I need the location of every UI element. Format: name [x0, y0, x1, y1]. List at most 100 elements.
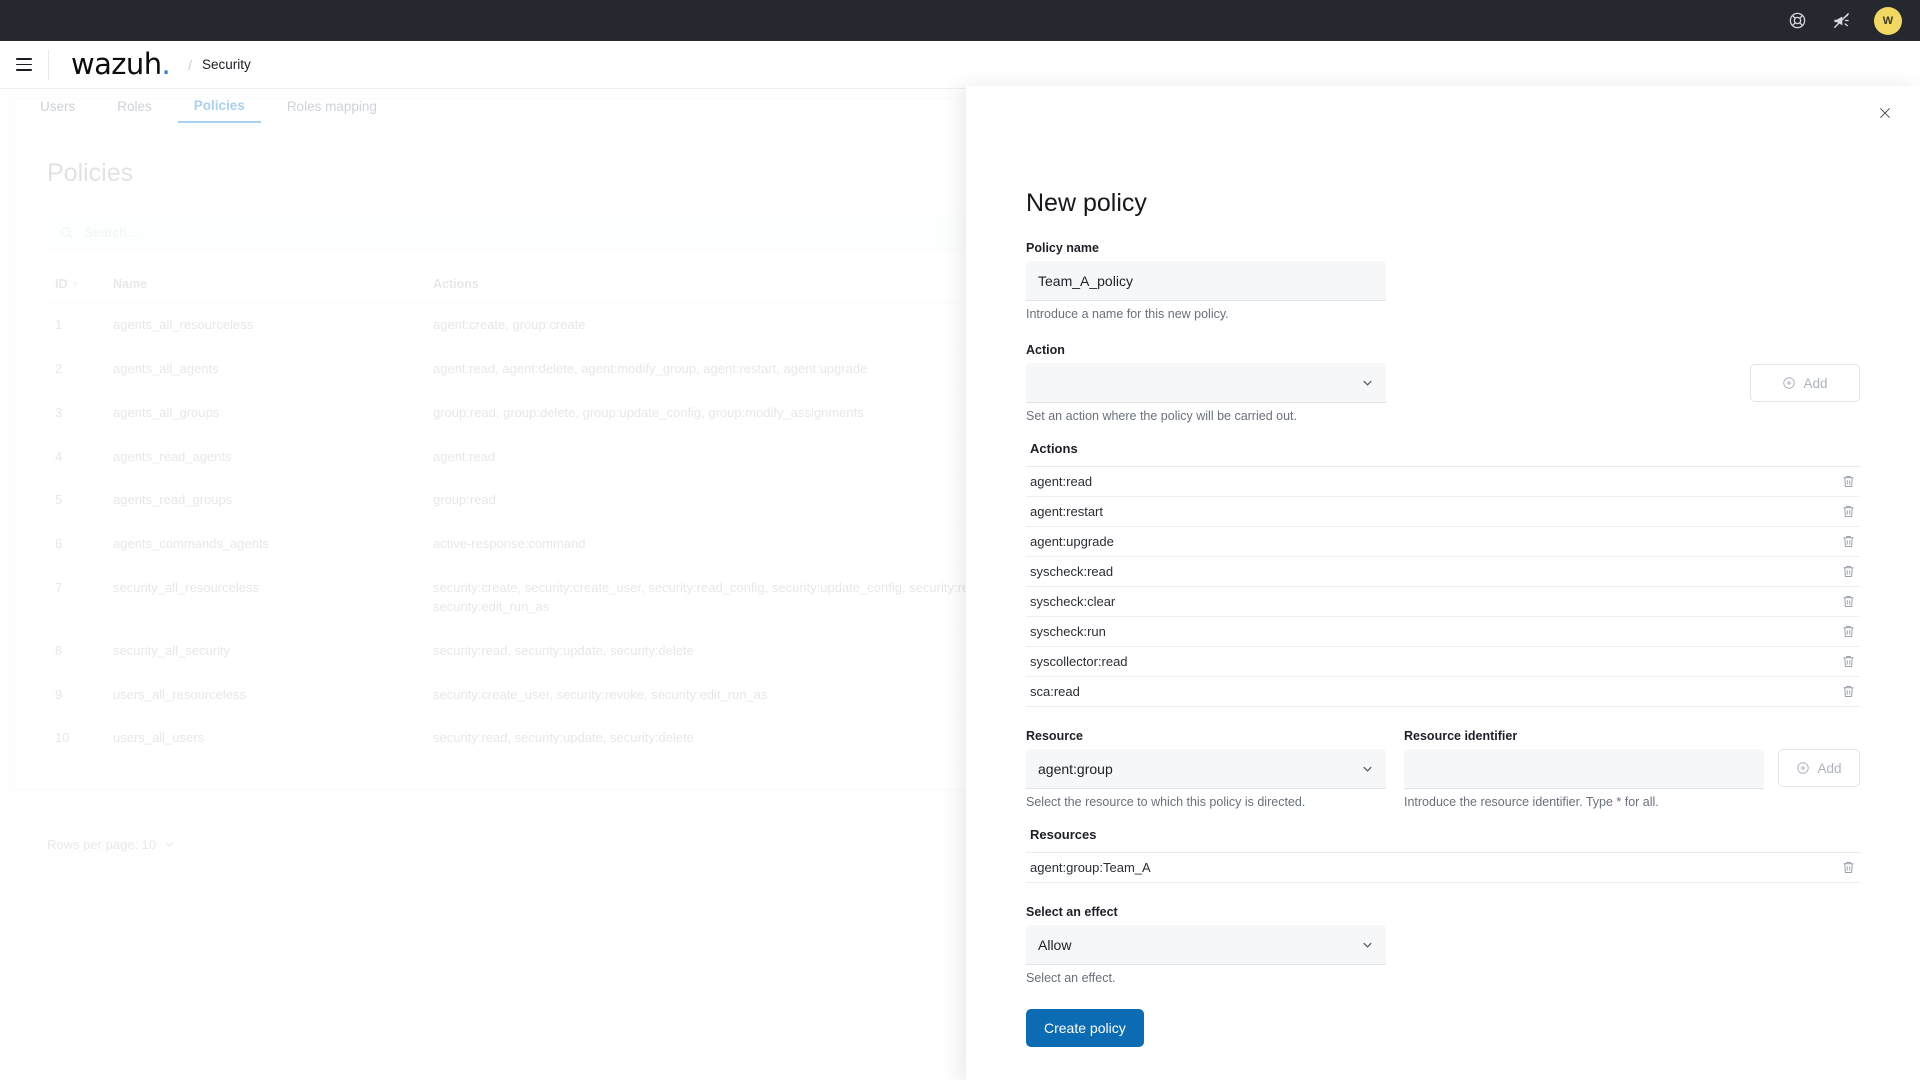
wazuh-logo[interactable]: wazuh.	[71, 47, 171, 81]
resource-list-item: agent:group:Team_A	[1026, 853, 1860, 883]
global-top-bar: W	[0, 0, 1920, 41]
resource-list-item-label: agent:group:Team_A	[1030, 860, 1151, 875]
brand-text: wazuh	[71, 47, 162, 81]
lifebuoy-icon[interactable]	[1786, 10, 1808, 32]
policy-name-field-group: Policy name Introduce a name for this ne…	[1026, 241, 1860, 321]
action-list-item: agent:upgrade	[1026, 527, 1860, 557]
table-cell-id: 3	[47, 391, 105, 436]
close-icon[interactable]	[1872, 100, 1898, 126]
trash-icon[interactable]	[1841, 684, 1856, 699]
resource-identifier-help: Introduce the resource identifier. Type …	[1404, 795, 1659, 809]
action-field-group: Action Set an action where the policy wi…	[1026, 343, 1860, 423]
table-cell-name: agents_all_groups	[105, 391, 425, 436]
chevron-down-icon	[165, 842, 174, 847]
table-cell-name: agents_read_agents	[105, 435, 425, 480]
resource-help: Select the resource to which this policy…	[1026, 795, 1306, 809]
app-header: wazuh. / Security	[0, 41, 1920, 89]
megaphone-muted-icon[interactable]	[1830, 10, 1852, 32]
action-list-item: agent:restart	[1026, 497, 1860, 527]
actions-list-group: Actions agent:read agent:restart agent:upg…	[1026, 441, 1860, 707]
action-help: Set an action where the policy will be c…	[1026, 409, 1297, 423]
action-list-item: syscollector:read	[1026, 647, 1860, 677]
column-header-id[interactable]: ID ↑	[47, 267, 105, 304]
chevron-down-icon	[1360, 761, 1375, 776]
create-policy-button[interactable]: Create policy	[1026, 1009, 1144, 1047]
trash-icon[interactable]	[1841, 474, 1856, 489]
chevron-down-icon	[1360, 937, 1375, 952]
trash-icon[interactable]	[1841, 534, 1856, 549]
flyout-title: New policy	[1026, 189, 1147, 217]
breadcrumb[interactable]: Security	[202, 57, 251, 72]
hamburger-menu-icon[interactable]	[0, 41, 48, 89]
table-cell-id: 5	[47, 478, 105, 524]
effect-select-value: Allow	[1038, 936, 1072, 953]
sort-ascending-icon: ↑	[72, 279, 79, 291]
effect-field-group: Select an effect Allow Select an effect.	[1026, 905, 1860, 985]
chevron-down-icon	[1360, 375, 1375, 390]
action-list-item: syscheck:read	[1026, 557, 1860, 587]
table-cell-name: agents_all_resourceless	[105, 303, 425, 348]
column-header-name[interactable]: Name	[105, 267, 425, 304]
add-action-button[interactable]: Add	[1750, 364, 1860, 402]
resource-select[interactable]: agent:group	[1026, 749, 1386, 789]
table-cell-id: 2	[47, 347, 105, 392]
avatar[interactable]: W	[1874, 6, 1902, 35]
action-list-item-label: sca:read	[1030, 684, 1080, 699]
table-cell-id: 7	[47, 566, 105, 630]
table-cell-id: 6	[47, 522, 105, 568]
action-list-item-label: agent:read	[1030, 474, 1093, 489]
effect-help: Select an effect.	[1026, 971, 1116, 985]
effect-label: Select an effect	[1026, 905, 1118, 919]
breadcrumb-separator: /	[188, 56, 192, 73]
action-select[interactable]	[1026, 363, 1386, 403]
header-divider	[48, 49, 49, 80]
action-list-item: syscheck:clear	[1026, 587, 1860, 617]
resources-list: agent:group:Team_A	[1026, 852, 1860, 883]
trash-icon[interactable]	[1841, 564, 1856, 579]
effect-select[interactable]: Allow	[1026, 925, 1386, 965]
action-list-item-label: syscheck:read	[1030, 564, 1114, 579]
table-cell-name: users_all_resourceless	[105, 673, 425, 718]
column-label-id: ID	[55, 277, 68, 291]
trash-icon[interactable]	[1841, 504, 1856, 519]
table-cell-id: 9	[47, 673, 105, 718]
table-cell-name: security_all_resourceless	[105, 566, 425, 630]
action-list-item-label: agent:upgrade	[1030, 534, 1114, 549]
action-label: Action	[1026, 343, 1065, 357]
actions-list: agent:read agent:restart agent:upgrade sysc…	[1026, 466, 1860, 707]
table-cell-id: 10	[47, 716, 105, 762]
resources-list-group: Resources agent:group:Team_A	[1026, 827, 1860, 883]
resource-select-value: agent:group	[1038, 760, 1113, 777]
resource-identifier-input[interactable]	[1404, 749, 1764, 789]
action-list-item: syscheck:run	[1026, 617, 1860, 647]
trash-icon[interactable]	[1841, 860, 1856, 875]
resource-label: Resource	[1026, 729, 1083, 743]
policy-name-label: Policy name	[1026, 241, 1099, 255]
table-cell-name: agents_commands_agents	[105, 522, 425, 568]
action-list-item-label: syscollector:read	[1030, 654, 1128, 669]
add-resource-label: Add	[1817, 760, 1842, 776]
table-cell-name: security_all_security	[105, 629, 425, 674]
new-policy-flyout: New policy Policy name Introduce a name …	[966, 86, 1920, 1080]
table-cell-name: agents_all_agents	[105, 347, 425, 392]
action-list-item-label: syscheck:run	[1030, 624, 1106, 639]
add-resource-button[interactable]: Add	[1778, 749, 1860, 787]
search-icon	[60, 226, 73, 239]
plus-circle-icon	[1783, 377, 1796, 389]
trash-icon[interactable]	[1841, 624, 1856, 639]
plus-circle-icon	[1797, 762, 1810, 774]
action-list-item-label: agent:restart	[1030, 504, 1103, 519]
resource-identifier-label: Resource identifier	[1404, 729, 1518, 743]
rows-per-page-selector[interactable]: Rows per page: 10	[47, 837, 176, 852]
page-title: Policies	[47, 159, 134, 187]
trash-icon[interactable]	[1841, 654, 1856, 669]
table-cell-name: users_all_users	[105, 716, 425, 762]
policy-name-input[interactable]	[1026, 261, 1386, 301]
resource-field-group: Resource agent:group Select the resource…	[1026, 729, 1860, 809]
resources-list-heading: Resources	[1030, 827, 1097, 842]
actions-list-heading: Actions	[1030, 441, 1078, 456]
trash-icon[interactable]	[1841, 594, 1856, 609]
table-cell-name: agents_read_groups	[105, 478, 425, 524]
action-list-item-label: syscheck:clear	[1030, 594, 1116, 609]
search-placeholder: Search...	[84, 225, 139, 240]
